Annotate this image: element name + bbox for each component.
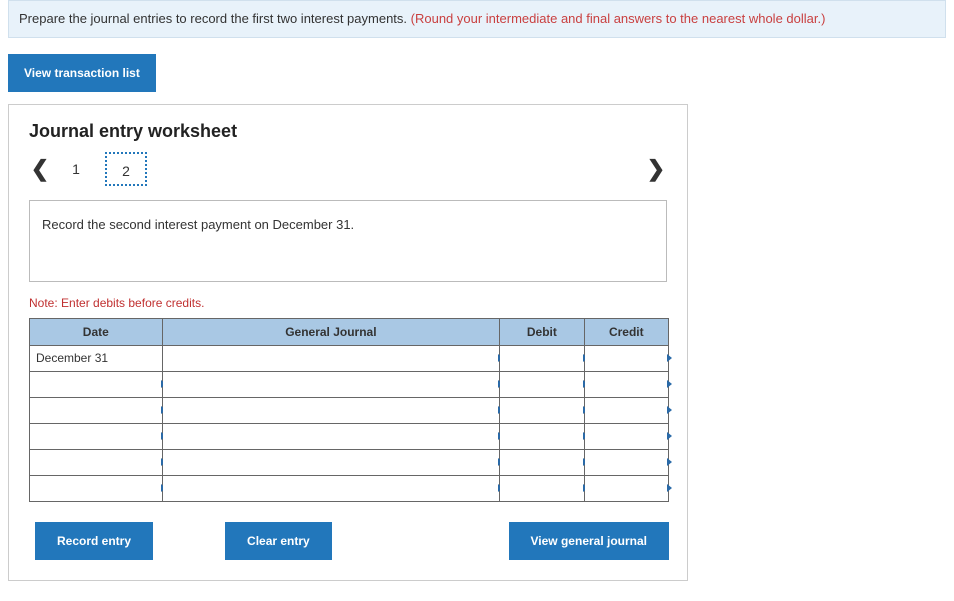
view-transaction-list-button[interactable]: View transaction list	[8, 54, 156, 92]
credit-cell[interactable]	[584, 423, 668, 449]
view-general-journal-button[interactable]: View general journal	[509, 522, 669, 560]
general-journal-cell[interactable]	[162, 475, 500, 501]
worksheet-title: Journal entry worksheet	[29, 121, 667, 142]
credit-cell[interactable]	[584, 397, 668, 423]
col-header-credit: Credit	[584, 318, 668, 345]
date-cell[interactable]	[30, 423, 163, 449]
col-header-date: Date	[30, 318, 163, 345]
date-cell[interactable]	[30, 475, 163, 501]
chevron-left-icon[interactable]: ❮	[29, 156, 51, 182]
clear-entry-button[interactable]: Clear entry	[225, 522, 332, 560]
table-row	[30, 423, 669, 449]
date-cell[interactable]	[30, 371, 163, 397]
pager-page-1[interactable]: 1	[55, 152, 97, 186]
debit-cell[interactable]	[500, 423, 584, 449]
journal-entry-table: Date General Journal Debit Credit Decemb…	[29, 318, 669, 502]
col-header-general-journal: General Journal	[162, 318, 500, 345]
date-cell[interactable]: December 31	[30, 345, 163, 371]
transaction-prompt: Record the second interest payment on De…	[29, 200, 667, 282]
chevron-right-icon[interactable]: ❯	[645, 156, 667, 182]
debit-credit-note: Note: Enter debits before credits.	[29, 296, 667, 310]
general-journal-cell[interactable]	[162, 397, 500, 423]
credit-cell[interactable]	[584, 475, 668, 501]
instruction-hint: (Round your intermediate and final answe…	[411, 11, 826, 26]
date-cell[interactable]	[30, 397, 163, 423]
general-journal-cell[interactable]	[162, 423, 500, 449]
credit-cell[interactable]	[584, 345, 668, 371]
pager-page-2[interactable]: 2	[105, 152, 147, 186]
table-row	[30, 449, 669, 475]
date-cell[interactable]	[30, 449, 163, 475]
credit-cell[interactable]	[584, 449, 668, 475]
record-entry-button[interactable]: Record entry	[35, 522, 153, 560]
table-row	[30, 397, 669, 423]
table-row: December 31	[30, 345, 669, 371]
general-journal-cell[interactable]	[162, 449, 500, 475]
debit-cell[interactable]	[500, 449, 584, 475]
instruction-box: Prepare the journal entries to record th…	[8, 0, 946, 38]
debit-cell[interactable]	[500, 475, 584, 501]
journal-entry-worksheet: Journal entry worksheet ❮ 1 2 ❯ Record t…	[8, 104, 688, 581]
credit-cell[interactable]	[584, 371, 668, 397]
instruction-text: Prepare the journal entries to record th…	[19, 11, 411, 26]
debit-cell[interactable]	[500, 371, 584, 397]
general-journal-cell[interactable]	[162, 371, 500, 397]
table-row	[30, 475, 669, 501]
col-header-debit: Debit	[500, 318, 584, 345]
pager: ❮ 1 2 ❯	[29, 152, 667, 186]
debit-cell[interactable]	[500, 345, 584, 371]
debit-cell[interactable]	[500, 397, 584, 423]
button-row: Record entry Clear entry View general jo…	[29, 522, 669, 560]
general-journal-cell[interactable]	[162, 345, 500, 371]
table-row	[30, 371, 669, 397]
